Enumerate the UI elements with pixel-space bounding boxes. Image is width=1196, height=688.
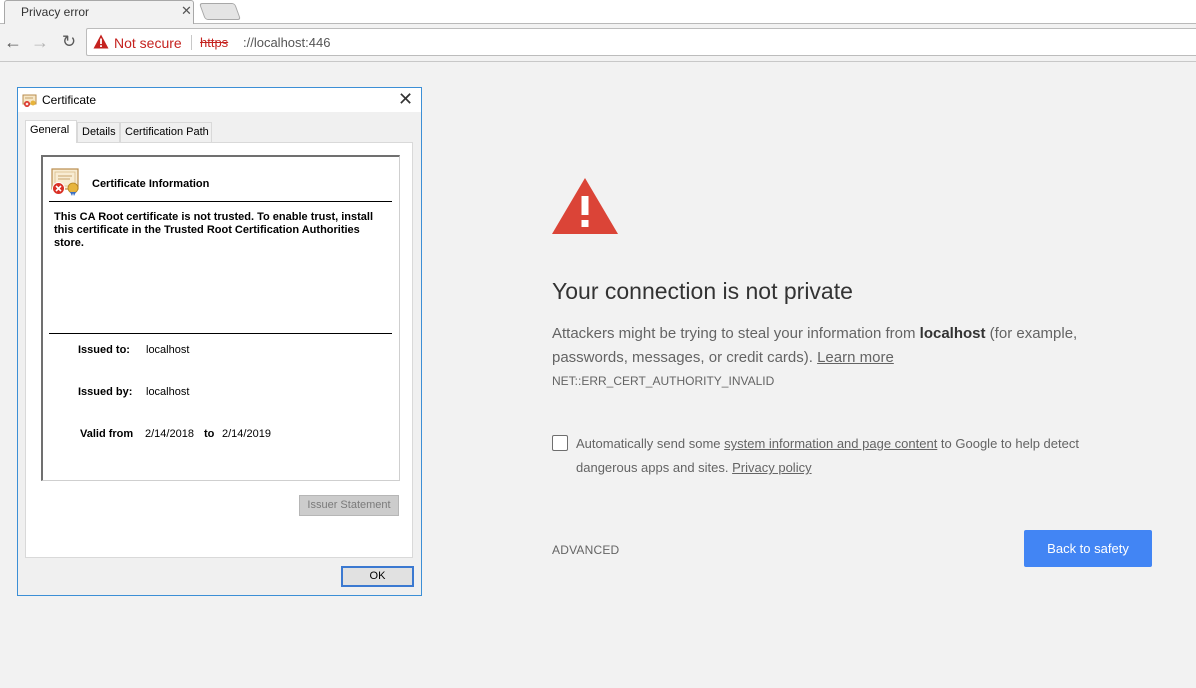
url-host[interactable]: ://localhost:446: [243, 35, 330, 50]
certificate-info-box: Certificate Information This CA Root cer…: [41, 155, 400, 481]
explanation-host: localhost: [919, 325, 986, 342]
back-arrow-icon[interactable]: ←: [3, 32, 23, 52]
warning-triangle-icon: [552, 178, 618, 234]
tab-privacy-error[interactable]: Privacy error ✕: [4, 0, 194, 24]
tab-strip: Privacy error ✕: [0, 0, 1196, 24]
issued-to-value: localhost: [146, 344, 190, 356]
dialog-title: Certificate: [42, 93, 97, 107]
error-code: NET::ERR_CERT_AUTHORITY_INVALID: [552, 374, 775, 388]
certificate-info-description: This CA Root certificate is not trusted.…: [54, 211, 374, 249]
optin-text-before: Automatically send some: [576, 436, 725, 451]
tab-details[interactable]: Details: [77, 122, 120, 142]
browser-toolbar: ← → ↻ Not secure https ://localhost:446: [0, 24, 1196, 62]
valid-to-label: to: [204, 428, 215, 440]
forward-arrow-icon[interactable]: →: [30, 32, 50, 52]
certificate-dialog: Certificate ✕ General Details Certificat…: [17, 87, 422, 596]
optin-checkbox[interactable]: [552, 435, 568, 451]
dialog-close-icon[interactable]: ✕: [398, 89, 413, 109]
divider: [49, 201, 392, 202]
not-secure-warning-icon[interactable]: [93, 34, 109, 49]
tab-certification-path[interactable]: Certification Path: [120, 122, 212, 142]
tab-title: Privacy error: [21, 5, 90, 19]
divider: [49, 333, 392, 334]
url-scheme[interactable]: https: [200, 35, 228, 50]
explanation-text-before: Attackers might be trying to steal your …: [552, 325, 920, 342]
issued-to-label: Issued to:: [78, 344, 130, 356]
issuer-statement-button[interactable]: Issuer Statement: [299, 495, 399, 516]
reload-icon[interactable]: ↻: [59, 32, 79, 52]
general-tab-panel: Certificate Information This CA Root cer…: [25, 142, 413, 558]
certificate-icon: [22, 94, 37, 107]
omnibox-separator: [191, 35, 192, 50]
issued-by-value: localhost: [146, 386, 190, 398]
explanation-paragraph: Attackers might be trying to steal your …: [552, 322, 1112, 370]
address-bar[interactable]: Not secure https ://localhost:446: [86, 28, 1196, 56]
learn-more-link[interactable]: Learn more: [817, 349, 894, 366]
tab-close-icon[interactable]: ✕: [181, 3, 192, 18]
new-tab-icon[interactable]: [198, 3, 242, 20]
privacy-policy-link[interactable]: Privacy policy: [732, 460, 811, 475]
page-heading: Your connection is not private: [552, 278, 853, 304]
ok-button[interactable]: OK: [341, 566, 414, 587]
not-secure-label[interactable]: Not secure: [114, 35, 182, 51]
system-info-link[interactable]: system information and page content: [724, 436, 937, 451]
certificate-info-title: Certificate Information: [92, 178, 210, 190]
issued-by-label: Issued by:: [78, 386, 133, 398]
back-to-safety-button[interactable]: Back to safety: [1024, 530, 1152, 567]
dialog-titlebar: Certificate ✕: [18, 88, 421, 112]
optin-text: Automatically send some system informati…: [576, 432, 1136, 480]
valid-from-value: 2/14/2018: [145, 428, 194, 440]
tab-general[interactable]: General: [25, 120, 77, 143]
valid-to-value: 2/14/2019: [222, 428, 271, 440]
valid-from-label: Valid from: [80, 428, 134, 440]
untrusted-certificate-icon: [51, 168, 79, 196]
advanced-button[interactable]: ADVANCED: [552, 543, 619, 557]
